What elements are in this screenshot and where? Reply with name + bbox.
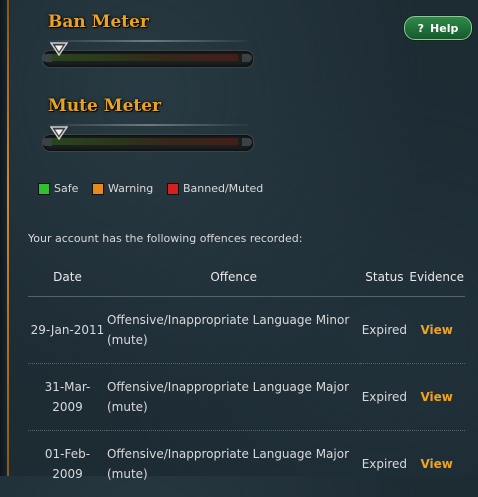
warning-swatch-icon xyxy=(92,183,104,195)
evidence-cell: View xyxy=(408,431,465,497)
legend-item-banned: Banned/Muted xyxy=(167,182,263,195)
offence-status: Expired xyxy=(360,297,408,364)
table-row: 29-Jan-2011 Offensive/Inappropriate Lang… xyxy=(28,297,465,364)
banned-swatch-icon xyxy=(167,183,179,195)
mute-meter-title: Mute Meter xyxy=(48,96,161,116)
table-header-row: Date Offence Status Evidence xyxy=(28,258,465,297)
offence-status: Expired xyxy=(360,364,408,431)
safe-swatch-icon xyxy=(38,183,50,195)
offence-date: 01-Feb-2009 xyxy=(28,431,107,497)
offences-table: Date Offence Status Evidence 29-Jan-2011… xyxy=(28,258,465,497)
view-evidence-link[interactable]: View xyxy=(420,390,452,404)
table-row: 31-Mar-2009 Offensive/Inappropriate Lang… xyxy=(28,364,465,431)
legend-label: Banned/Muted xyxy=(183,182,263,195)
offence-description: Offensive/Inappropriate Language Major (… xyxy=(107,431,360,497)
legend-item-warning: Warning xyxy=(92,182,153,195)
offence-date: 29-Jan-2011 xyxy=(28,297,107,364)
column-header-date: Date xyxy=(28,258,107,297)
meter-gradient xyxy=(52,54,238,61)
legend-label: Warning xyxy=(108,182,153,195)
meter-pointer-icon xyxy=(50,42,68,56)
help-button[interactable]: ? Help xyxy=(404,16,472,40)
offence-description: Offensive/Inappropriate Language Minor (… xyxy=(107,297,360,364)
offence-status: Expired xyxy=(360,431,408,497)
meter-gradient xyxy=(52,138,238,145)
ban-meter xyxy=(38,40,252,74)
offence-description: Offensive/Inappropriate Language Major (… xyxy=(107,364,360,431)
evidence-cell: View xyxy=(408,364,465,431)
view-evidence-link[interactable]: View xyxy=(420,323,452,337)
help-label: Help xyxy=(430,22,458,35)
offence-date: 31-Mar-2009 xyxy=(28,364,107,431)
meter-top-line xyxy=(48,40,248,42)
meter-endcap-right xyxy=(242,138,252,146)
meter-pointer-icon xyxy=(50,126,68,140)
column-header-evidence: Evidence xyxy=(408,258,465,297)
column-header-offence: Offence xyxy=(107,258,360,297)
meter-top-line xyxy=(48,124,248,126)
legend-label: Safe xyxy=(54,182,78,195)
column-header-status: Status xyxy=(360,258,408,297)
ban-meter-title: Ban Meter xyxy=(48,12,149,32)
view-evidence-link[interactable]: View xyxy=(420,457,452,471)
left-border xyxy=(0,0,10,476)
evidence-cell: View xyxy=(408,297,465,364)
mute-meter xyxy=(38,124,252,158)
legend-item-safe: Safe xyxy=(38,182,78,195)
meter-endcap-right xyxy=(242,54,252,62)
table-row: 01-Feb-2009 Offensive/Inappropriate Lang… xyxy=(28,431,465,497)
help-question-icon: ? xyxy=(418,22,424,35)
offences-intro: Your account has the following offences … xyxy=(28,232,302,245)
